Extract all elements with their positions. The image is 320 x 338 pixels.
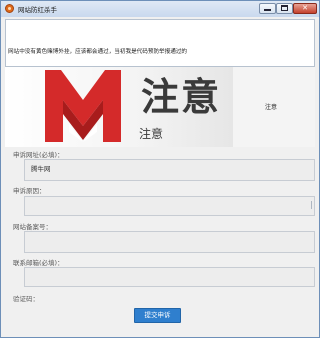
field-label-url: 申诉网址(必填)： xyxy=(13,151,64,159)
minimize-button[interactable] xyxy=(259,3,276,14)
appeal-form: 申诉网址(必填)： 腾牛网 申诉原因： 网站备案号： 联系邮箱(必填)： 验证码… xyxy=(5,147,315,337)
banner-small-text: 注意 xyxy=(139,127,164,141)
banner-right-text: 注意 xyxy=(265,104,278,111)
minimize-icon xyxy=(264,9,271,11)
banner-image: 注意 注意 注意 xyxy=(5,67,315,147)
close-icon: ✕ xyxy=(302,4,308,12)
field-label-email: 联系邮箱(必填)： xyxy=(13,259,64,267)
field-label-captcha: 验证码： xyxy=(13,295,39,303)
notice-text: 网站中没有黄色赌博外挂，应该都会通过，当初我是代码预防举报通过的 xyxy=(8,49,188,55)
scrollbar[interactable] xyxy=(311,201,314,209)
url-field-value: 腾牛网 xyxy=(31,165,51,173)
field-label-reason: 申诉原因： xyxy=(13,187,46,195)
banner-big-text: 注意 xyxy=(141,75,222,119)
banner-graphic: 注意 注意 xyxy=(5,67,233,147)
reason-field[interactable] xyxy=(24,196,315,216)
field-label-icp: 网站备案号： xyxy=(13,223,52,231)
maximize-icon xyxy=(281,5,288,11)
notice-panel: 网站中没有黄色赌博外挂，应该都会通过，当初我是代码预防举报通过的 xyxy=(5,19,315,67)
close-button[interactable]: ✕ xyxy=(293,3,317,14)
submit-appeal-button[interactable]: 提交申诉 xyxy=(134,308,181,323)
title-bar[interactable]: 网站防红杀手 ✕ xyxy=(1,1,319,17)
icp-field[interactable] xyxy=(24,231,315,253)
maximize-button[interactable] xyxy=(276,3,293,14)
app-window: 网站防红杀手 ✕ 网站中没有黄色赌博外挂，应该都会通过，当初我是代码预防举报通过… xyxy=(0,0,320,338)
app-logo-icon xyxy=(5,4,14,13)
email-field[interactable] xyxy=(24,267,315,287)
red-m-logo xyxy=(45,70,121,142)
url-field[interactable]: 腾牛网 xyxy=(24,159,315,181)
window-title: 网站防红杀手 xyxy=(18,6,57,14)
